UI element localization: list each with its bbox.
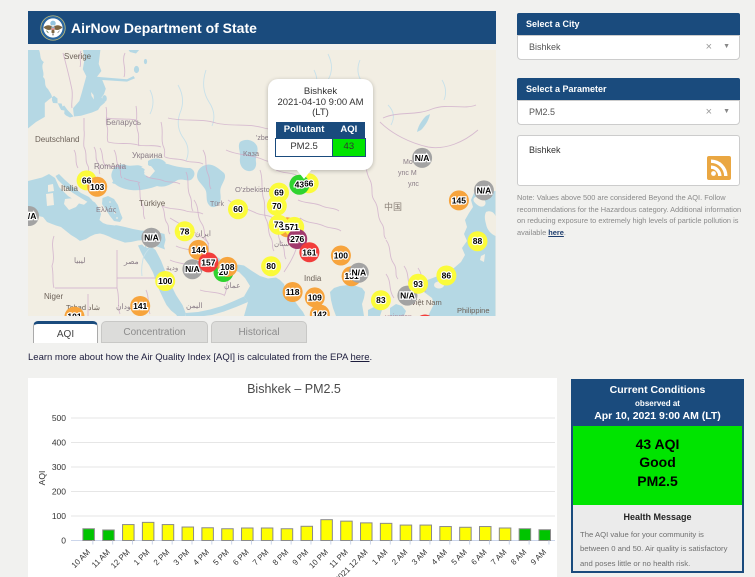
svg-text:10 AM: 10 AM xyxy=(70,547,93,570)
svg-text:Bishkek – PM2.5: Bishkek – PM2.5 xyxy=(247,382,341,396)
svg-text:2 PM: 2 PM xyxy=(152,547,172,567)
svg-text:144: 144 xyxy=(191,245,205,255)
svg-text:5 AM: 5 AM xyxy=(450,547,469,566)
svg-text:2 AM: 2 AM xyxy=(390,547,409,566)
svg-text:ايران: ايران xyxy=(195,229,211,238)
svg-text:N/A: N/A xyxy=(351,268,366,278)
svg-text:276: 276 xyxy=(290,234,304,244)
svg-text:Italia: Italia xyxy=(61,184,78,193)
svg-text:România: România xyxy=(94,162,127,171)
svg-text:93: 93 xyxy=(413,279,423,289)
svg-text:ستان: ستان xyxy=(274,240,289,248)
svg-text:Türkiye: Türkiye xyxy=(139,199,166,208)
svg-text:142: 142 xyxy=(313,310,327,317)
svg-text:300: 300 xyxy=(52,462,66,472)
svg-text:ودية: ودية xyxy=(166,265,178,272)
svg-text:AQI: AQI xyxy=(37,471,47,486)
svg-text:88: 88 xyxy=(473,236,483,246)
svg-text:3 AM: 3 AM xyxy=(410,547,429,566)
svg-text:100: 100 xyxy=(158,276,172,286)
svg-text:Niger: Niger xyxy=(44,292,63,301)
svg-text:100: 100 xyxy=(52,511,66,521)
svg-text:157: 157 xyxy=(201,257,215,267)
svg-text:ync M: ync M xyxy=(398,170,417,177)
svg-text:5 PM: 5 PM xyxy=(211,547,231,567)
svg-text:Sverige: Sverige xyxy=(64,52,92,61)
svg-text:8 AM: 8 AM xyxy=(509,547,528,566)
svg-text:4 AM: 4 AM xyxy=(430,547,449,566)
svg-text:11 AM: 11 AM xyxy=(90,547,112,569)
svg-text:8 PM: 8 PM xyxy=(271,547,291,567)
svg-text:улс: улс xyxy=(408,181,419,188)
svg-text:141: 141 xyxy=(133,301,147,311)
svg-text:Ελλάς: Ελλάς xyxy=(96,205,117,214)
svg-text:7 PM: 7 PM xyxy=(251,547,271,567)
svg-text:103: 103 xyxy=(90,182,104,192)
svg-text:60: 60 xyxy=(233,204,243,214)
svg-text:India: India xyxy=(304,274,322,283)
svg-text:1 AM: 1 AM xyxy=(370,547,389,566)
svg-text:Türk: Türk xyxy=(210,201,225,208)
svg-text:uaington: uaington xyxy=(385,314,412,316)
svg-text:ليبيا: ليبيا xyxy=(74,256,85,265)
svg-text:6 AM: 6 AM xyxy=(469,547,488,566)
svg-text:80: 80 xyxy=(266,261,276,271)
svg-text:اليمن: اليمن xyxy=(186,301,203,310)
svg-text:O'zbekisto: O'zbekisto xyxy=(235,185,270,194)
svg-text:78: 78 xyxy=(180,226,190,236)
svg-text:118: 118 xyxy=(286,287,300,297)
svg-text:N/A: N/A xyxy=(28,211,36,221)
svg-text:مصر: مصر xyxy=(123,257,139,266)
svg-text:Каза: Каза xyxy=(243,149,260,158)
svg-text:109: 109 xyxy=(308,292,322,302)
svg-text:4 PM: 4 PM xyxy=(191,547,211,567)
svg-text:6 PM: 6 PM xyxy=(231,547,251,567)
svg-text:100: 100 xyxy=(334,251,348,261)
svg-text:Deutschland: Deutschland xyxy=(35,135,79,144)
svg-text:中国: 中国 xyxy=(384,201,402,212)
svg-text:86: 86 xyxy=(442,271,452,281)
svg-text:101: 101 xyxy=(67,312,81,316)
svg-text:83: 83 xyxy=(376,295,386,305)
svg-text:3 PM: 3 PM xyxy=(172,547,192,567)
svg-text:400: 400 xyxy=(52,438,66,448)
svg-text:12 PM: 12 PM xyxy=(109,547,132,570)
svg-text:10 PM: 10 PM xyxy=(307,547,330,570)
svg-text:500: 500 xyxy=(52,413,66,423)
svg-text:73: 73 xyxy=(274,220,284,230)
svg-text:200: 200 xyxy=(52,487,66,497)
svg-text:Украина: Украина xyxy=(132,151,163,160)
svg-text:7 AM: 7 AM xyxy=(489,547,508,566)
svg-text:Mo: Mo xyxy=(403,159,413,166)
svg-text:161: 161 xyxy=(302,247,316,257)
svg-text:1 PM: 1 PM xyxy=(132,547,152,567)
svg-text:145: 145 xyxy=(452,195,466,205)
svg-text:71: 71 xyxy=(289,222,299,232)
svg-text:N/A: N/A xyxy=(144,233,159,243)
svg-text:0: 0 xyxy=(61,536,66,546)
svg-text:70: 70 xyxy=(272,201,282,211)
svg-text:N/A: N/A xyxy=(477,185,492,195)
svg-text:N/A: N/A xyxy=(415,153,430,163)
svg-text:N/A: N/A xyxy=(400,291,415,301)
svg-text:9 AM: 9 AM xyxy=(529,547,548,566)
svg-text:69: 69 xyxy=(274,188,284,198)
svg-text:108: 108 xyxy=(220,262,234,272)
svg-text:N/A: N/A xyxy=(185,264,200,274)
svg-text:عمان: عمان xyxy=(224,281,241,290)
svg-text:Беларусь: Беларусь xyxy=(106,118,141,127)
svg-text:Philippine: Philippine xyxy=(457,306,490,315)
